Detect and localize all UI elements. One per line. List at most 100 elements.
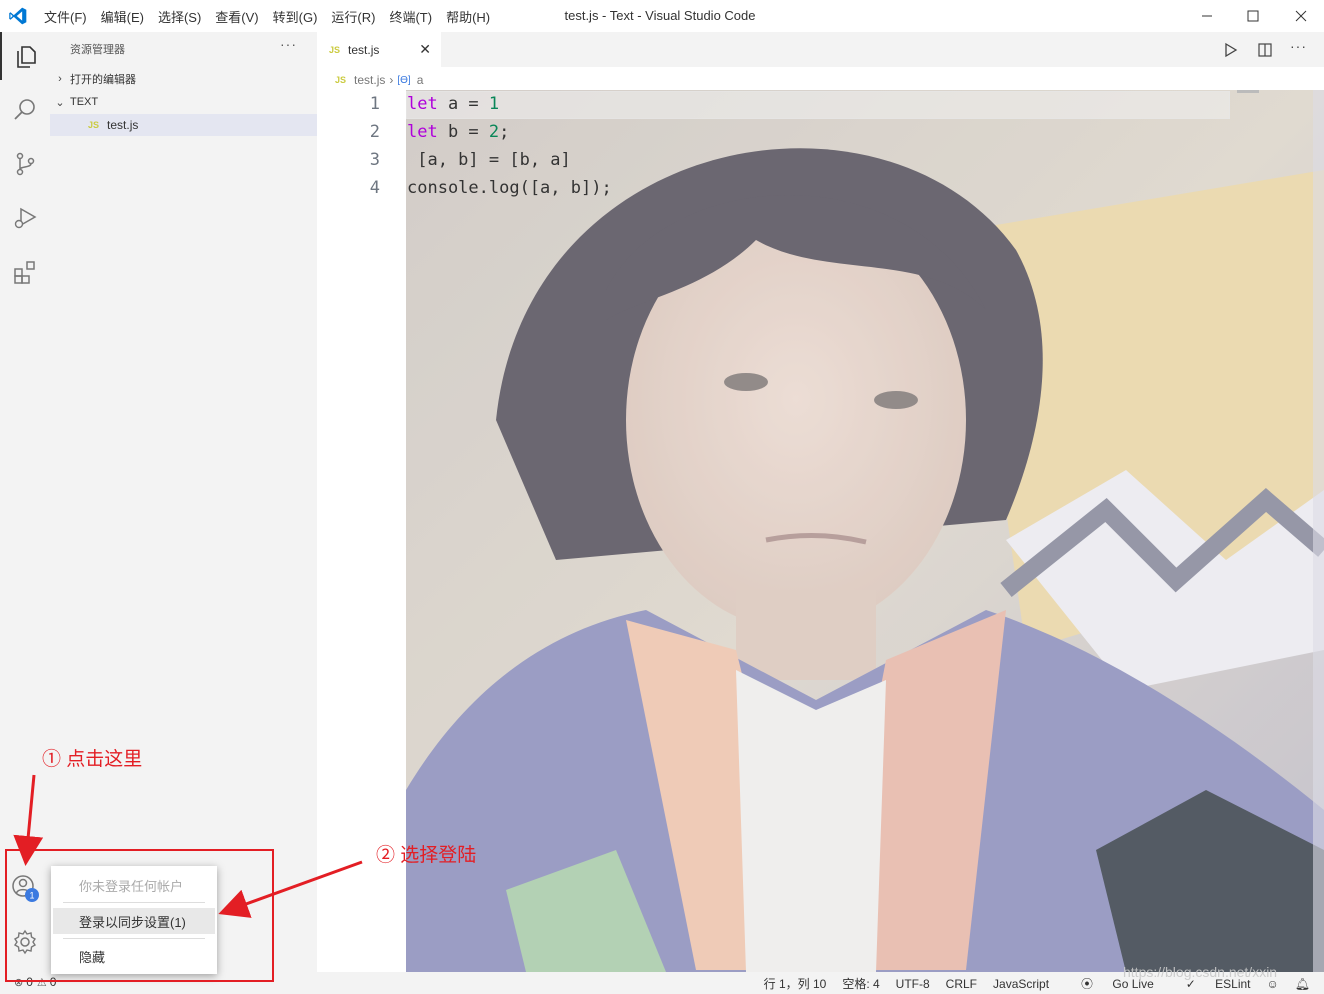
- menu-view[interactable]: 查看(V): [215, 7, 258, 26]
- line-number: 4: [369, 178, 380, 198]
- title-bar: 文件(F) 编辑(E) 选择(S) 查看(V) 转到(G) 运行(R) 终端(T…: [0, 0, 1324, 32]
- maximize-icon: [1247, 10, 1259, 22]
- more-actions-icon[interactable]: ···: [280, 36, 297, 52]
- menu-selection[interactable]: 选择(S): [158, 7, 201, 26]
- sign-in-sync-item[interactable]: 登录以同步设置(1): [53, 908, 215, 934]
- minimap[interactable]: [1237, 90, 1259, 93]
- tab-bar: JS test.js ✕ ···: [317, 32, 1324, 67]
- indentation[interactable]: 空格: 4: [842, 975, 879, 992]
- js-file-icon: JS: [335, 75, 347, 85]
- menu-separator: [63, 902, 205, 903]
- hide-item[interactable]: 隐藏: [53, 943, 215, 969]
- line-number: 3: [369, 150, 380, 170]
- minimize-button[interactable]: [1184, 0, 1230, 32]
- editor-background-image: [406, 90, 1324, 972]
- menu-file[interactable]: 文件(F): [44, 7, 87, 26]
- menu-run[interactable]: 运行(R): [331, 7, 375, 26]
- close-icon: [1295, 10, 1307, 22]
- annotation-step-2: ② 选择登陆: [376, 845, 477, 866]
- search-button[interactable]: [0, 86, 50, 134]
- gear-icon: [14, 929, 36, 955]
- window-title: test.js - Text - Visual Studio Code: [564, 8, 756, 23]
- vscode-logo-icon: [9, 7, 27, 25]
- number-literal: 2: [488, 122, 500, 142]
- menu-terminal[interactable]: 终端(T): [389, 7, 432, 26]
- explorer-button[interactable]: [0, 32, 50, 80]
- menu-help[interactable]: 帮助(H): [446, 7, 490, 26]
- close-window-button[interactable]: [1278, 0, 1324, 32]
- breadcrumb-file[interactable]: test.js: [354, 73, 385, 87]
- menu-go[interactable]: 转到(G): [273, 7, 318, 26]
- file-item-test-js[interactable]: JS test.js: [50, 114, 317, 136]
- code-text: ;: [499, 122, 510, 142]
- tab-test-js[interactable]: JS test.js ✕: [317, 32, 441, 67]
- extensions-button[interactable]: [0, 248, 50, 296]
- files-icon: [17, 46, 36, 68]
- split-editor-icon[interactable]: [1257, 42, 1273, 58]
- bell-icon[interactable]: 🔔︎: [1295, 977, 1310, 991]
- line-number: 2: [369, 122, 380, 142]
- extensions-icon: [14, 261, 35, 284]
- run-debug-icon: [14, 207, 37, 229]
- js-file-icon: JS: [88, 120, 100, 130]
- account-badge-count: 1: [29, 891, 34, 901]
- minimize-icon: [1202, 15, 1212, 17]
- language-mode[interactable]: JavaScript: [993, 977, 1049, 991]
- end-of-line[interactable]: CRLF: [946, 977, 977, 991]
- encoding[interactable]: UTF-8: [896, 977, 930, 991]
- close-tab-icon[interactable]: ✕: [419, 41, 431, 58]
- account-icon: 1: [12, 875, 39, 902]
- error-count: 0: [26, 975, 33, 989]
- number-literal: 1: [488, 94, 500, 114]
- watermark: https://blog.csdn.net/xxin: [1123, 964, 1278, 980]
- run-file-icon[interactable]: [1223, 42, 1239, 58]
- folder-label: TEXT: [70, 96, 99, 108]
- breadcrumb: JS test.js › [ϴ] a: [335, 70, 423, 90]
- source-control-button[interactable]: [0, 140, 50, 188]
- warning-icon: ⚠: [36, 976, 47, 989]
- variable-icon: [ϴ]: [397, 74, 411, 86]
- problems-indicator[interactable]: ⊗ 0 ⚠ 0: [14, 975, 56, 989]
- chevron-down-icon: ⌄: [55, 96, 65, 109]
- keyword: let: [407, 122, 438, 142]
- maximize-button[interactable]: [1230, 0, 1276, 32]
- line-number: 1: [369, 94, 380, 114]
- search-icon: [14, 99, 35, 120]
- warning-count: 0: [49, 975, 57, 989]
- error-icon: ⊗: [14, 976, 24, 989]
- run-debug-button[interactable]: [0, 194, 50, 242]
- code-line[interactable]: let b = 2;: [407, 122, 509, 142]
- folder-section[interactable]: ⌄ TEXT: [50, 91, 317, 113]
- explorer-title: 资源管理器: [70, 44, 125, 56]
- code-text: a =: [437, 94, 489, 114]
- editor-area: JS test.js ✕ ··· JS test.js › [ϴ] a 1 2 …: [317, 32, 1324, 972]
- open-editors-section[interactable]: › 打开的编辑器: [50, 68, 317, 90]
- chevron-right-icon: ›: [58, 73, 62, 85]
- code-text: b =: [437, 122, 489, 142]
- cursor-position[interactable]: 行 1，列 10: [764, 975, 827, 992]
- code-line[interactable]: console.log([a, b]);: [407, 178, 612, 198]
- breadcrumb-symbol[interactable]: a: [417, 73, 424, 87]
- menu-bar: 文件(F) 编辑(E) 选择(S) 查看(V) 转到(G) 运行(R) 终端(T…: [44, 0, 504, 32]
- open-editors-label: 打开的编辑器: [70, 74, 136, 86]
- activity-bar: 1: [0, 32, 50, 972]
- source-control-icon: [16, 152, 35, 176]
- tab-label: test.js: [348, 42, 380, 57]
- chevron-right-icon: ›: [389, 73, 394, 87]
- manage-button[interactable]: [0, 918, 50, 966]
- explorer-sidebar: 资源管理器 ··· › 打开的编辑器 ⌄ TEXT JS test.js: [50, 32, 317, 972]
- code-line[interactable]: let a = 1: [407, 94, 499, 114]
- accounts-button[interactable]: 1: [0, 864, 50, 912]
- annotation-step-1: ① 点击这里: [42, 749, 143, 770]
- js-file-icon: JS: [329, 44, 341, 55]
- current-line-highlight: [406, 91, 1230, 119]
- broadcast-icon: ⦿: [1081, 977, 1097, 991]
- code-line[interactable]: [a, b] = [b, a]: [407, 150, 571, 170]
- editor-more-icon[interactable]: ···: [1290, 38, 1307, 54]
- editor-scrollbar[interactable]: [1313, 90, 1324, 972]
- keyword: let: [407, 94, 438, 114]
- menu-separator: [63, 938, 205, 939]
- not-signed-in-item: 你未登录任何帐户: [79, 878, 184, 894]
- file-label: test.js: [107, 118, 139, 132]
- menu-edit[interactable]: 编辑(E): [101, 7, 144, 26]
